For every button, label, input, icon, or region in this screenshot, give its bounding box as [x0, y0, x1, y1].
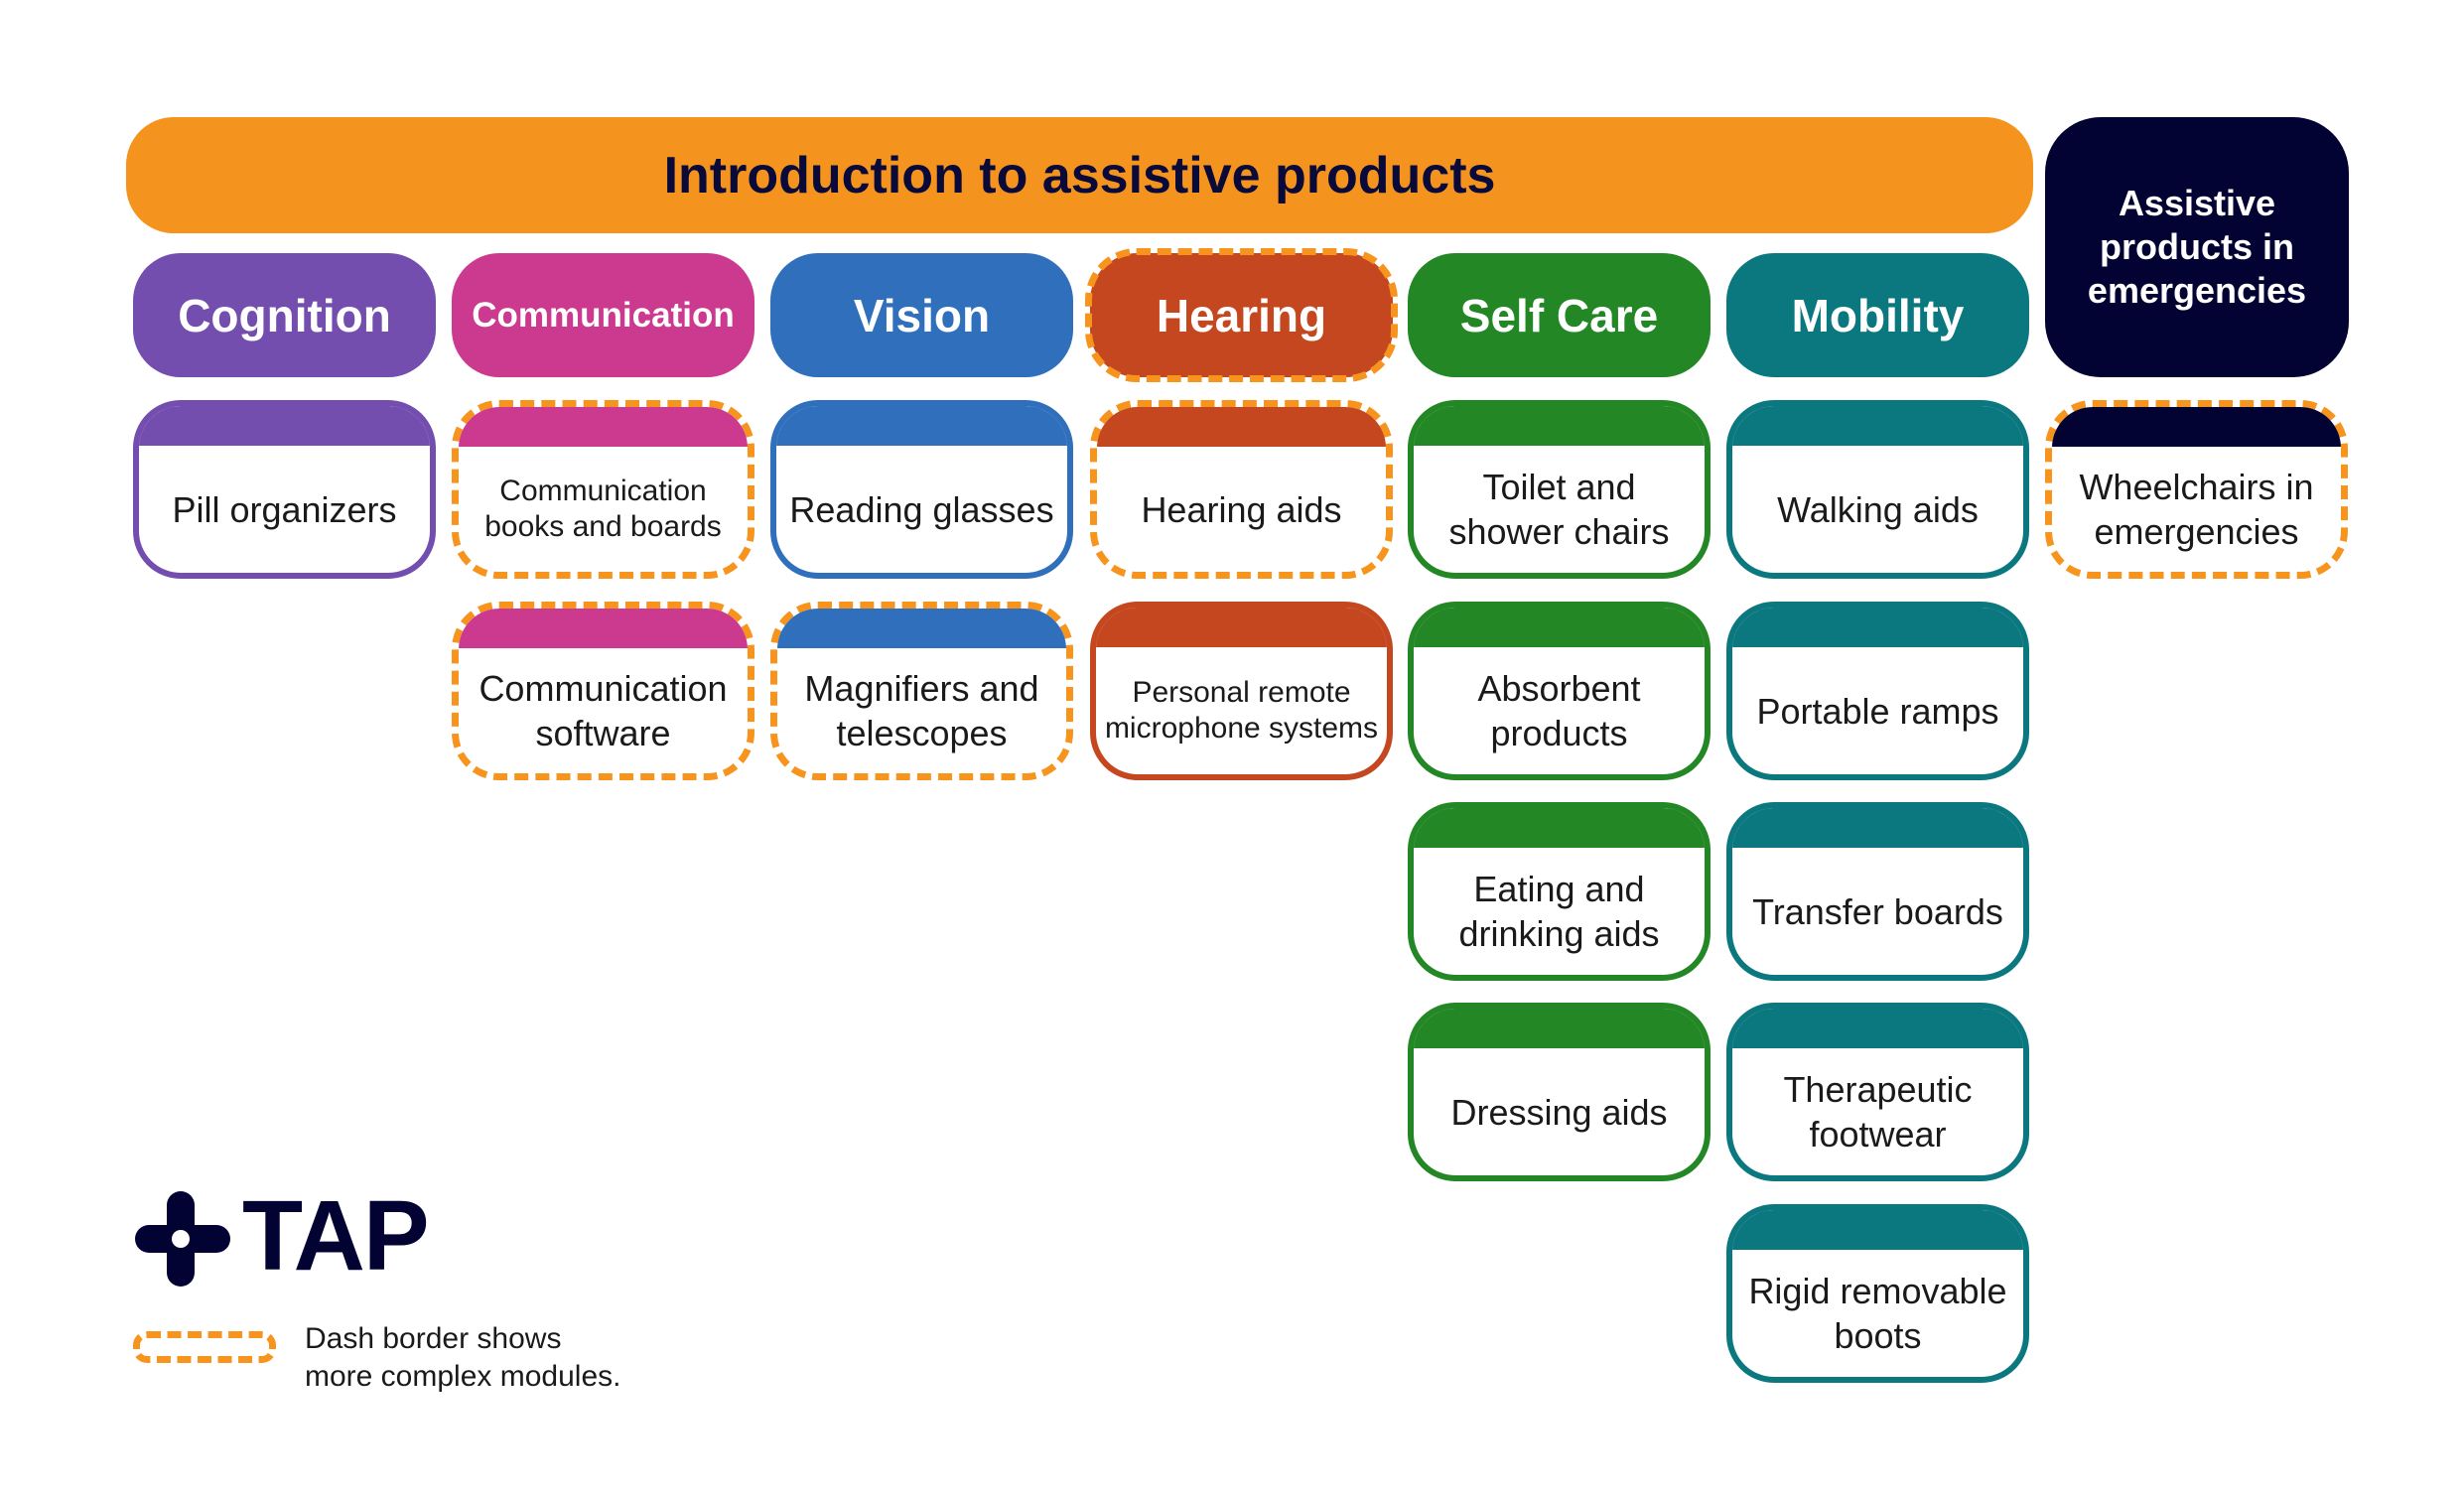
module-card-label: Communication software — [479, 668, 728, 753]
module-card-header-bar — [2052, 407, 2341, 447]
module-card-header-bar — [1732, 406, 2023, 446]
module-card-label: Portable ramps — [1756, 690, 1999, 732]
module-card-communication-books-and-boards[interactable]: Communication books and boards — [452, 400, 754, 579]
category-self-care[interactable]: Self Care — [1408, 253, 1711, 377]
category-label: Mobility — [1791, 289, 1965, 341]
logo-text: TAP — [242, 1180, 430, 1291]
module-card-header-bar — [1414, 406, 1705, 446]
module-card-magnifiers-and-telescopes[interactable]: Magnifiers and telescopes — [770, 602, 1073, 780]
module-card-header-bar — [1096, 608, 1387, 647]
category-label: Cognition — [178, 289, 391, 341]
module-card-pill-organizers[interactable]: Pill organizers — [133, 400, 436, 579]
category-hearing[interactable]: Hearing — [1090, 253, 1393, 377]
module-card-hearing-aids[interactable]: Hearing aids — [1090, 400, 1393, 579]
category-label: Self Care — [1459, 289, 1659, 341]
module-card-header-bar — [1732, 808, 2023, 848]
module-card-reading-glasses[interactable]: Reading glasses — [770, 400, 1073, 579]
module-card-label: Transfer boards — [1752, 890, 2003, 932]
module-card-label: Eating and drinking aids — [1458, 869, 1660, 954]
tap-cross-logo-icon — [135, 1191, 230, 1287]
module-card-communication-software[interactable]: Communication software — [452, 602, 754, 780]
module-card-label: Magnifiers and telescopes — [804, 668, 1039, 753]
module-card-label: Absorbent products — [1477, 668, 1641, 753]
module-card-header-bar — [459, 407, 748, 447]
module-card-label: Pill organizers — [172, 488, 397, 530]
category-mobility[interactable]: Mobility — [1726, 253, 2029, 377]
legend-line-2: more complex modules. — [305, 1360, 621, 1393]
module-card-eating-and-drinking-aids[interactable]: Eating and drinking aids — [1408, 802, 1711, 981]
module-card-label: Wheelchairs in emergencies — [2079, 467, 2314, 552]
module-card-header-bar — [1732, 1009, 2023, 1048]
intro-banner[interactable]: Introduction to assistive products — [126, 117, 2033, 233]
module-card-header-bar — [1414, 608, 1705, 647]
module-card-header-bar — [1414, 808, 1705, 848]
module-card-header-bar — [1732, 608, 2023, 647]
module-card-portable-ramps[interactable]: Portable ramps — [1726, 602, 2029, 780]
module-card-dressing-aids[interactable]: Dressing aids — [1408, 1003, 1711, 1181]
module-card-header-bar — [1732, 1210, 2023, 1250]
emergency-header[interactable]: Assistive products in emergencies — [2045, 117, 2349, 377]
module-card-header-bar — [459, 609, 748, 648]
legend-line-1: Dash border shows — [305, 1322, 562, 1355]
category-label: Hearing — [1156, 289, 1327, 341]
category-communication[interactable]: Communication — [452, 253, 754, 377]
intro-banner-title: Introduction to assistive products — [663, 146, 1496, 204]
legend-text: Dash border shows more complex modules. — [305, 1320, 620, 1396]
module-card-toilet-and-shower-chairs[interactable]: Toilet and shower chairs — [1408, 400, 1711, 579]
category-vision[interactable]: Vision — [770, 253, 1073, 377]
module-card-absorbent-products[interactable]: Absorbent products — [1408, 602, 1711, 780]
module-card-label: Toilet and shower chairs — [1448, 467, 1670, 552]
module-card-header-bar — [1414, 1009, 1705, 1048]
category-label: Vision — [853, 289, 991, 341]
module-card-header-bar — [776, 406, 1067, 446]
module-card-header-bar — [139, 406, 430, 446]
module-card-rigid-removable-boots[interactable]: Rigid removable boots — [1726, 1204, 2029, 1383]
category-cognition[interactable]: Cognition — [133, 253, 436, 377]
module-card-label: Communication books and boards — [484, 475, 722, 543]
module-card-personal-remote-microphone-systems[interactable]: Personal remote microphone systems — [1090, 602, 1393, 780]
tap-logo: TAP — [133, 1180, 451, 1291]
category-label: Communication — [472, 295, 735, 335]
emergency-header-title: Assistive products in emergencies — [2087, 183, 2307, 311]
module-card-label: Reading glasses — [789, 488, 1054, 530]
module-card-label: Rigid removable boots — [1748, 1271, 2007, 1356]
legend-dash-swatch — [133, 1331, 276, 1363]
module-card-transfer-boards[interactable]: Transfer boards — [1726, 802, 2029, 981]
module-card-label: Dressing aids — [1450, 1091, 1668, 1133]
module-card-label: Therapeutic footwear — [1783, 1069, 1973, 1155]
module-card-label: Personal remote microphone systems — [1104, 676, 1379, 745]
module-card-header-bar — [777, 609, 1066, 648]
module-card-label: Hearing aids — [1141, 488, 1342, 530]
module-card-label: Walking aids — [1777, 488, 1979, 530]
module-card-wheelchairs-in-emergencies[interactable]: Wheelchairs in emergencies — [2045, 400, 2348, 579]
module-card-walking-aids[interactable]: Walking aids — [1726, 400, 2029, 579]
module-card-therapeutic-footwear[interactable]: Therapeutic footwear — [1726, 1003, 2029, 1181]
module-card-header-bar — [1097, 407, 1386, 447]
